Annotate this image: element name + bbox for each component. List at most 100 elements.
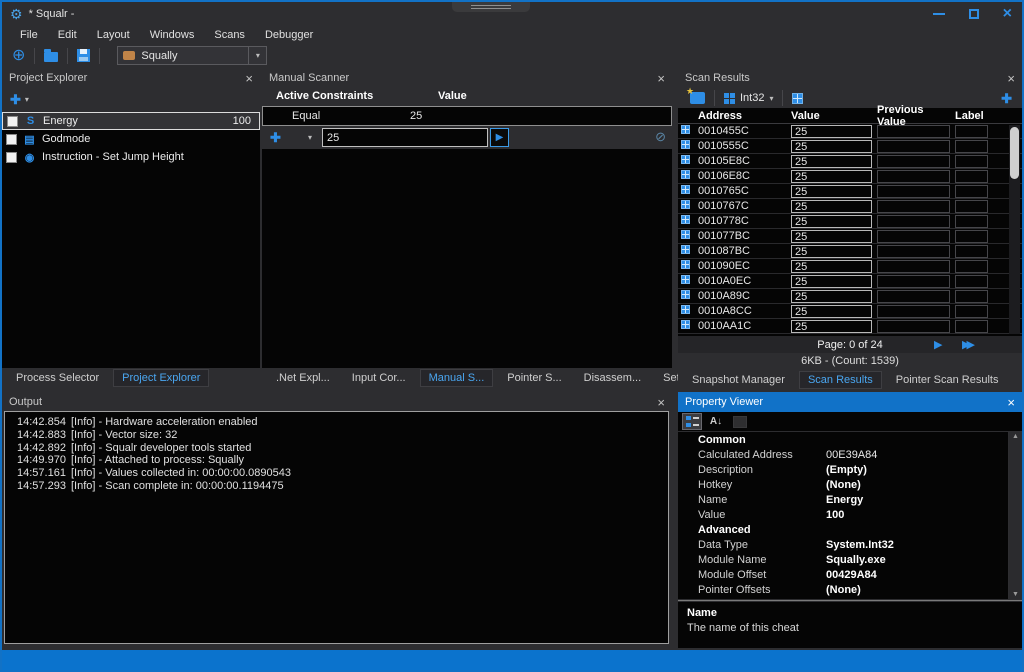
cell-previous-value[interactable] [877,260,950,273]
add-constraint-icon[interactable]: ✚ [270,131,281,144]
cell-value[interactable]: 25 [791,275,872,288]
item-checkbox[interactable] [6,152,17,163]
table-row[interactable]: 0010555C 25 [678,139,1022,154]
scroll-down-icon[interactable]: ▼ [1012,591,1019,598]
cell-previous-value[interactable] [877,215,950,228]
cell-address[interactable]: 00106E8C [694,170,788,182]
property-value[interactable]: 00E39A84 [826,449,877,461]
table-row[interactable]: 0010455C 25 [678,124,1022,139]
cell-address[interactable]: 001077BC [694,230,788,242]
cell-address[interactable]: 001087BC [694,245,788,257]
table-row[interactable]: 00106E8C 25 [678,169,1022,184]
column-value[interactable]: Value [788,110,874,122]
output-log[interactable]: 14:42.854 [Info] - Hardware acceleration… [4,411,669,644]
cell-address[interactable]: 00105E8C [694,155,788,167]
property-value[interactable]: Energy [826,494,863,506]
cell-label[interactable] [955,170,988,183]
cell-value[interactable]: 25 [791,125,872,138]
cell-value[interactable]: 25 [791,170,872,183]
property-value[interactable]: 00429A84 [826,569,877,581]
chevron-down-icon[interactable]: ▾ [308,133,312,142]
cell-address[interactable]: 001090EC [694,260,788,272]
cell-previous-value[interactable] [877,320,950,333]
categorized-view-button[interactable] [682,413,702,430]
cell-previous-value[interactable] [877,290,950,303]
scrollbar[interactable] [1009,125,1020,334]
change-counter-icon[interactable] [792,93,803,104]
new-scan-icon[interactable] [690,92,705,104]
menu-item[interactable]: Layout [87,29,140,41]
property-value[interactable]: Squally.exe [826,554,886,566]
cell-value[interactable]: 25 [791,155,872,168]
dock-tab[interactable]: .Net Expl... [268,370,338,386]
item-checkbox[interactable] [6,134,17,145]
add-address-icon[interactable]: ✚ [1001,92,1012,105]
cell-value[interactable]: 25 [791,230,872,243]
menu-item[interactable]: Windows [140,29,205,41]
dock-tab[interactable]: Disassem... [576,370,649,386]
cell-label[interactable] [955,290,988,303]
start-scan-button[interactable]: ▶ [490,128,509,147]
scan-value-input[interactable] [322,128,488,147]
table-row[interactable]: 001077BC 25 [678,229,1022,244]
project-item-row[interactable]: ◉ Instruction - Set Jump Height [2,148,260,166]
cell-address[interactable]: 0010778C [694,215,788,227]
cell-previous-value[interactable] [877,170,950,183]
cell-previous-value[interactable] [877,305,950,318]
cell-label[interactable] [955,260,988,273]
property-row[interactable]: Value 100 [678,507,1008,522]
dock-tab[interactable]: Scan Results [799,371,882,389]
data-type-icon[interactable] [724,93,735,104]
dock-tab[interactable]: Pointer S... [499,370,569,386]
cell-value[interactable]: 25 [791,260,872,273]
chevron-down-icon[interactable]: ▾ [25,95,29,104]
cell-value[interactable]: 25 [791,305,872,318]
dock-tab[interactable]: Snapshot Manager [684,372,793,388]
table-row[interactable]: 0010A0EC 25 [678,274,1022,289]
scrollbar-thumb[interactable] [1010,127,1019,179]
alphabetical-sort-button[interactable]: A↓ [706,413,726,430]
cell-address[interactable]: 0010A0EC [694,275,788,287]
cell-value[interactable]: 25 [791,140,872,153]
dock-tab[interactable]: Manual S... [420,369,494,387]
table-row[interactable]: 0010765C 25 [678,184,1022,199]
cell-label[interactable] [955,245,988,258]
cell-label[interactable] [955,275,988,288]
dock-tab[interactable]: Pointer Scan Results [888,372,1007,388]
close-icon[interactable]: × [657,396,665,409]
project-item-row[interactable]: ▤ Godmode [2,130,260,148]
table-row[interactable]: 00105E8C 25 [678,154,1022,169]
table-row[interactable]: 0010778C 25 [678,214,1022,229]
dock-tab[interactable]: Input Cor... [344,370,414,386]
cell-value[interactable]: 25 [791,290,872,303]
cell-address[interactable]: 0010765C [694,185,788,197]
property-row[interactable]: Hotkey (None) [678,477,1008,492]
property-row[interactable]: Pointer Offsets (None) [678,582,1008,597]
project-item-row[interactable]: S Energy 100 [2,112,260,130]
cell-value[interactable]: 25 [791,320,872,333]
item-checkbox[interactable] [7,116,18,127]
column-label[interactable]: Label [952,110,990,122]
cell-address[interactable]: 0010A8CC [694,305,788,317]
close-icon[interactable]: × [657,72,665,85]
cell-label[interactable] [955,140,988,153]
dock-tab[interactable]: Process Selector [8,370,107,386]
maximize-icon[interactable] [969,9,979,19]
table-row[interactable]: 0010767C 25 [678,199,1022,214]
table-row[interactable]: 0010A8CC 25 [678,304,1022,319]
data-type-label[interactable]: Int32 [740,92,764,104]
cell-address[interactable]: 0010AA1C [694,320,788,332]
cell-label[interactable] [955,230,988,243]
property-value[interactable]: (None) [826,584,861,596]
cell-value[interactable]: 25 [791,200,872,213]
cell-previous-value[interactable] [877,245,950,258]
property-row[interactable]: Module Offset 00429A84 [678,567,1008,582]
cell-address[interactable]: 0010555C [694,140,788,152]
close-icon[interactable]: × [1007,396,1015,409]
property-value[interactable]: 100 [826,509,844,521]
minimize-icon[interactable] [933,13,945,15]
menu-item[interactable]: File [10,29,48,41]
description-splitter[interactable] [678,600,1022,601]
cell-label[interactable] [955,200,988,213]
cell-previous-value[interactable] [877,200,950,213]
